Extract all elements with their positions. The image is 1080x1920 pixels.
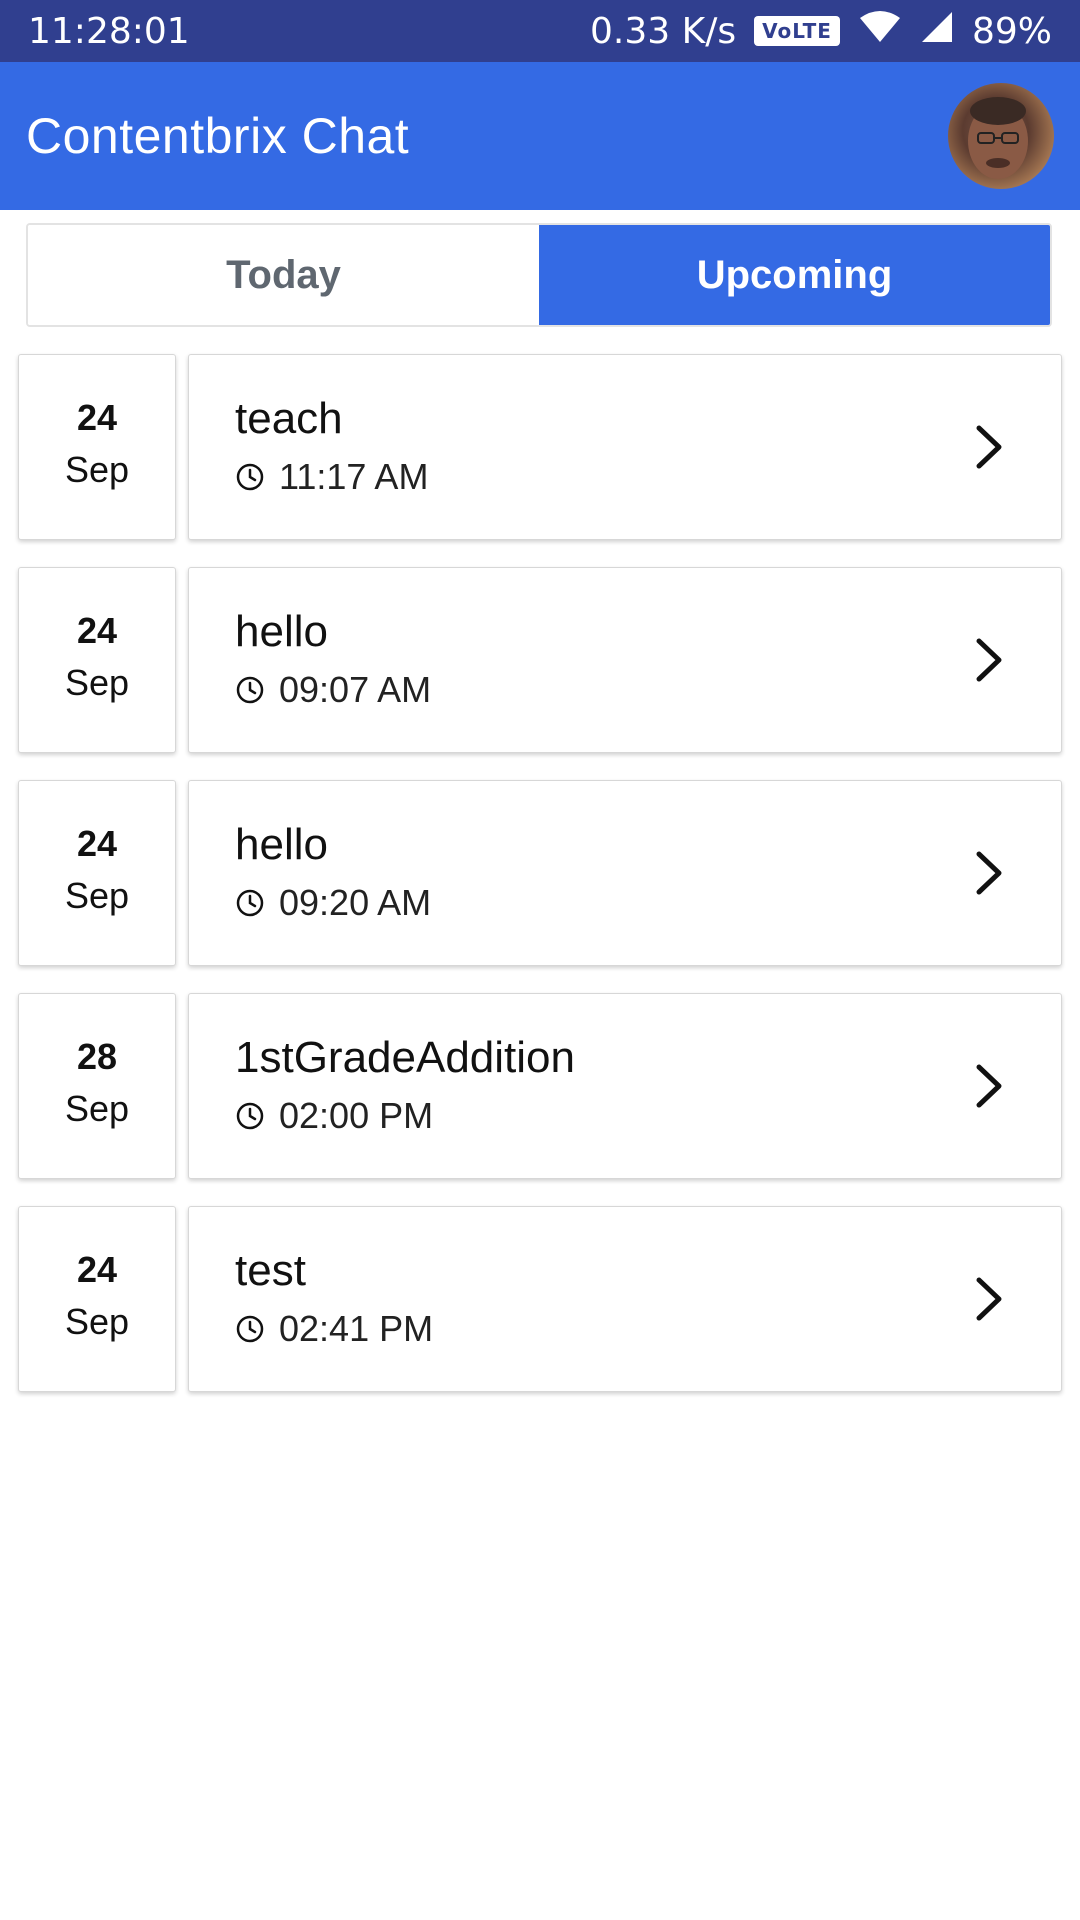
event-info: 1stGradeAddition 02:00 PM <box>235 1028 575 1144</box>
clock-icon <box>236 676 264 704</box>
event-month: Sep <box>64 1088 130 1129</box>
event-time: 11:17 AM <box>279 456 429 497</box>
event-time: 09:20 AM <box>279 882 432 923</box>
event-date-card: 24 Sep <box>18 780 176 966</box>
event-info: hello 09:07 AM <box>235 602 431 718</box>
clock-icon <box>236 1315 264 1343</box>
event-time: 02:41 PM <box>279 1308 434 1349</box>
event-time-row: 02:41 PM <box>235 1301 433 1357</box>
network-speed: 0.33 K/s <box>590 10 737 52</box>
event-info: hello 09:20 AM <box>235 815 431 931</box>
event-title: teach <box>235 394 343 443</box>
event-time: 02:00 PM <box>279 1095 434 1136</box>
tab-upcoming[interactable]: Upcoming <box>539 225 1050 325</box>
clock-icon <box>236 1102 264 1130</box>
event-day: 24 <box>76 397 118 438</box>
event-row: 24 Sep hello 09:07 AM <box>18 567 1062 753</box>
chevron-right-icon[interactable] <box>973 850 1005 896</box>
event-date-card: 24 Sep <box>18 354 176 540</box>
clock-icon <box>236 463 264 491</box>
event-month: Sep <box>64 449 130 490</box>
event-title: test <box>235 1246 306 1295</box>
tab-today[interactable]: Today <box>28 225 539 325</box>
event-day: 24 <box>76 610 118 651</box>
signal-icon <box>920 10 954 53</box>
event-day: 28 <box>76 1036 118 1077</box>
clock-icon <box>236 889 264 917</box>
avatar-image <box>968 97 1028 179</box>
event-time-row: 11:17 AM <box>235 449 428 505</box>
event-month: Sep <box>64 1301 130 1342</box>
event-row: 24 Sep teach 11:17 AM <box>18 354 1062 540</box>
event-month: Sep <box>64 662 130 703</box>
event-card[interactable]: hello 09:07 AM <box>188 567 1062 753</box>
chevron-right-icon[interactable] <box>973 637 1005 683</box>
chevron-right-icon[interactable] <box>973 1276 1005 1322</box>
avatar[interactable] <box>948 83 1054 189</box>
wifi-icon <box>858 10 902 53</box>
event-title: hello <box>235 820 328 869</box>
event-date-card: 28 Sep <box>18 993 176 1179</box>
event-title: hello <box>235 607 328 656</box>
event-card[interactable]: test 02:41 PM <box>188 1206 1062 1392</box>
event-time: 09:07 AM <box>279 669 432 710</box>
event-info: teach 11:17 AM <box>235 389 428 505</box>
event-time-row: 09:20 AM <box>235 875 431 931</box>
event-day: 24 <box>76 823 118 864</box>
status-indicators: 0.33 K/s VoLTE 89% <box>590 10 1052 53</box>
battery-level: 89% <box>971 10 1052 52</box>
event-month: Sep <box>64 875 130 916</box>
event-row: 24 Sep test 02:41 PM <box>18 1206 1062 1392</box>
status-time: 11:28:01 <box>28 10 190 52</box>
chevron-right-icon[interactable] <box>973 1063 1005 1109</box>
status-bar: 11:28:01 0.33 K/s VoLTE 89% <box>0 0 1080 62</box>
event-time-row: 09:07 AM <box>235 662 431 718</box>
event-info: test 02:41 PM <box>235 1241 433 1357</box>
event-card[interactable]: teach 11:17 AM <box>188 354 1062 540</box>
event-day: 24 <box>76 1249 118 1290</box>
event-row: 24 Sep hello 09:20 AM <box>18 780 1062 966</box>
event-card[interactable]: 1stGradeAddition 02:00 PM <box>188 993 1062 1179</box>
app-bar: Contentbrix Chat <box>0 62 1080 210</box>
volte-badge: VoLTE <box>754 16 840 46</box>
event-card[interactable]: hello 09:20 AM <box>188 780 1062 966</box>
event-list: 24 Sep teach 11:17 AM 24 Sep hello 09:07… <box>18 354 1062 1419</box>
app-title: Contentbrix Chat <box>26 108 410 164</box>
event-time-row: 02:00 PM <box>235 1088 575 1144</box>
event-row: 28 Sep 1stGradeAddition 02:00 PM <box>18 993 1062 1179</box>
tab-bar: Today Upcoming <box>26 223 1052 327</box>
event-date-card: 24 Sep <box>18 1206 176 1392</box>
chevron-right-icon[interactable] <box>973 424 1005 470</box>
event-title: 1stGradeAddition <box>235 1033 575 1082</box>
event-date-card: 24 Sep <box>18 567 176 753</box>
